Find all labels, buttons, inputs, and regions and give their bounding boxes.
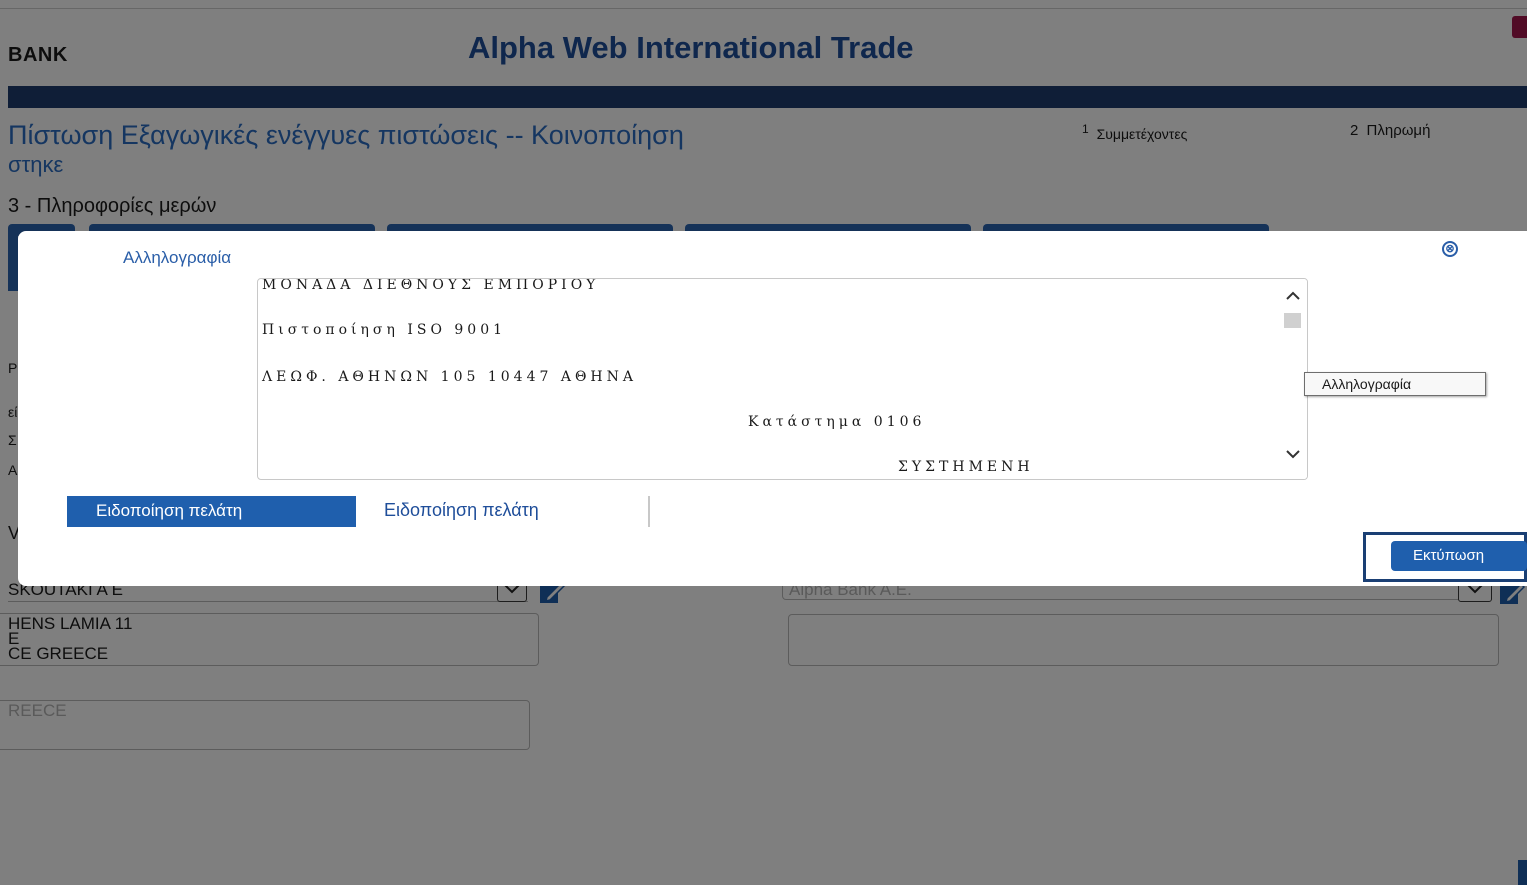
scroll-up-button[interactable] <box>1284 287 1302 305</box>
print-button[interactable]: Εκτύπωση <box>1391 541 1527 571</box>
tab-customer-notice-1[interactable]: Ειδοποίηση πελάτη <box>67 496 356 527</box>
letter-line: Πιστοποίηση ISO 9001 <box>262 322 507 338</box>
chevron-down-icon <box>1286 450 1300 459</box>
tab-customer-notice-2[interactable]: Ειδοποίηση πελάτη <box>356 496 650 527</box>
scroll-thumb[interactable] <box>1284 313 1301 328</box>
letter-line: ΛΕΩΦ. ΑΘΗΝΩΝ 105 10447 ΑΘΗΝΑ <box>262 369 637 385</box>
letter-preview[interactable]: ΜΟΝΑΔΑ ΔΙΕΘΝΟΥΣ ΕΜΠΟΡΙΟΥ Πιστοποίηση ISO… <box>257 278 1308 480</box>
chevron-up-icon <box>1286 291 1300 300</box>
letter-line: ΣΥΣΤΗΜΕΝΗ <box>898 459 1034 475</box>
dialog-title: Αλληλογραφία <box>123 248 232 267</box>
close-icon[interactable]: ⊗ <box>1442 241 1458 257</box>
tooltip: Αλληλογραφία <box>1304 372 1486 396</box>
correspondence-dialog: Αλληλογραφία ⊗ ΜΟΝΑΔΑ ΔΙΕΘΝΟΥΣ ΕΜΠΟΡΙΟΥ … <box>18 231 1527 586</box>
scroll-down-button[interactable] <box>1284 445 1302 463</box>
letter-line: ΜΟΝΑΔΑ ΔΙΕΘΝΟΥΣ ΕΜΠΟΡΙΟΥ <box>262 278 600 293</box>
letter-line: Κατάστημα 0106 <box>748 414 926 430</box>
